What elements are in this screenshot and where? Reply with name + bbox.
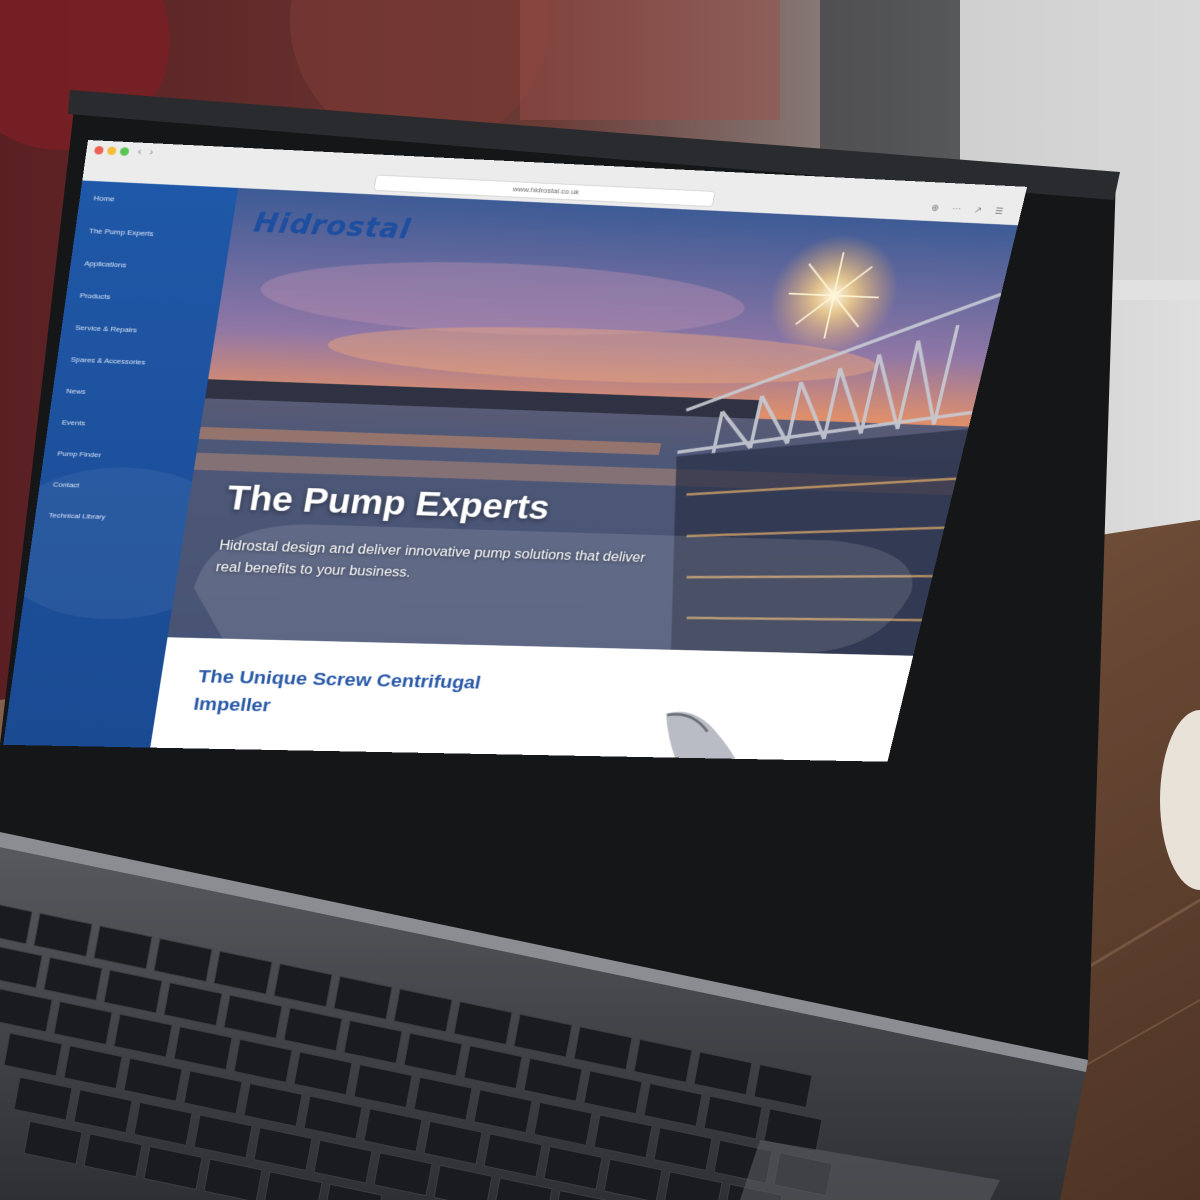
keyboard-key: [53, 1001, 113, 1046]
keyboard-key: [293, 1051, 353, 1096]
keyboard-key: [163, 982, 223, 1027]
keyboard-key: [533, 1101, 593, 1146]
back-icon[interactable]: ‹: [137, 146, 142, 157]
sidebar-item-news[interactable]: News: [63, 385, 207, 421]
keyboard-key: [13, 1076, 73, 1121]
sidebar-item-spares[interactable]: Spares & Accessories: [67, 354, 211, 391]
keyboard-key: [693, 1051, 753, 1096]
keyboard-key: [173, 1026, 233, 1071]
keyboard-key: [433, 1164, 493, 1200]
keyboard-key: [373, 1152, 433, 1197]
keyboard-key: [573, 1026, 633, 1071]
keyboard-key: [543, 1145, 603, 1191]
keyboard-key: [753, 1064, 813, 1109]
keyboard-key: [83, 1133, 143, 1178]
keyboard-key: [633, 1038, 693, 1083]
impeller-image: [654, 705, 754, 762]
keyboard-key: [0, 988, 53, 1033]
keyboard-key: [133, 1101, 193, 1146]
keyboard-key: [653, 1127, 713, 1172]
keyboard-key: [0, 904, 33, 945]
keyboard-key: [0, 946, 43, 989]
keyboard-key: [664, 1171, 723, 1200]
keyboard-key: [143, 1145, 203, 1191]
keyboard-key: [253, 1127, 313, 1172]
keyboard-key: [273, 963, 333, 1008]
keyboard-key: [473, 1089, 533, 1134]
keyboard-key: [423, 1120, 483, 1165]
keyboard-key: [343, 1019, 403, 1065]
keyboard-key: [113, 1013, 173, 1058]
keyboard-key: [213, 950, 273, 995]
keyboard-key: [483, 1133, 543, 1178]
keyboard-key: [643, 1082, 703, 1128]
keyboard-key: [264, 1171, 323, 1200]
keyboard-key: [23, 1120, 83, 1165]
keyboard-key: [103, 969, 163, 1014]
keyboard-key: [193, 1114, 253, 1159]
keyboard-key: [403, 1032, 463, 1077]
keyboard-key: [203, 1158, 263, 1200]
browser-toolbar-icons[interactable]: ⊕ ⋯ ↗ ☰: [930, 203, 1009, 216]
keyboard-key: [313, 1139, 373, 1184]
keyboard-key: [123, 1057, 183, 1102]
laptop-screen: ‹ › www.hidrostal.co.uk ⊕ ⋯ ↗ ☰ Home The…: [3, 140, 1028, 762]
hero-banner: Hidrostal The Pump Experts Hidrostal des…: [167, 187, 1018, 656]
keyboard-key: [243, 1082, 303, 1128]
keyboard-key: [233, 1038, 293, 1083]
keyboard-key: [513, 1013, 573, 1058]
keyboard-key: [183, 1070, 243, 1115]
close-window-icon[interactable]: [93, 145, 104, 155]
keyboard-key: [93, 925, 153, 970]
maximize-window-icon[interactable]: [119, 147, 130, 156]
keyboard-key: [583, 1070, 643, 1115]
keyboard-key: [603, 1158, 663, 1200]
keyboard-key: [393, 988, 453, 1033]
keyboard-key: [73, 1089, 133, 1134]
forward-icon[interactable]: ›: [149, 147, 154, 158]
keyboard-key: [557, 1190, 608, 1200]
keyboard-key: [153, 938, 213, 983]
keyboard-key: [495, 1177, 553, 1200]
content-section: The Unique Screw Centrifugal Impeller: [150, 637, 914, 762]
keyboard-key: [463, 1045, 523, 1090]
keyboard-key: [453, 1001, 513, 1046]
keyboard-key: [3, 1032, 63, 1077]
keyboard-key: [43, 956, 103, 1002]
keyboard-key: [33, 912, 93, 957]
section-title: The Unique Screw Centrifugal Impeller: [192, 665, 483, 716]
keyboard-key: [523, 1057, 583, 1102]
keyboard-key: [223, 994, 283, 1039]
keyboard-key: [283, 1007, 343, 1052]
keyboard-key: [413, 1076, 473, 1121]
keyboard-key: [63, 1045, 123, 1090]
keyboard-key: [333, 975, 393, 1020]
keyboard-key: [593, 1114, 653, 1159]
minimize-window-icon[interactable]: [106, 146, 117, 156]
keyboard-key: [303, 1095, 363, 1140]
keyboard-key: [353, 1064, 413, 1109]
keyboard-key: [363, 1108, 423, 1153]
keyboard-key: [326, 1183, 383, 1200]
sidebar-item-events[interactable]: Events: [58, 417, 201, 453]
keyboard-key: [703, 1095, 763, 1140]
